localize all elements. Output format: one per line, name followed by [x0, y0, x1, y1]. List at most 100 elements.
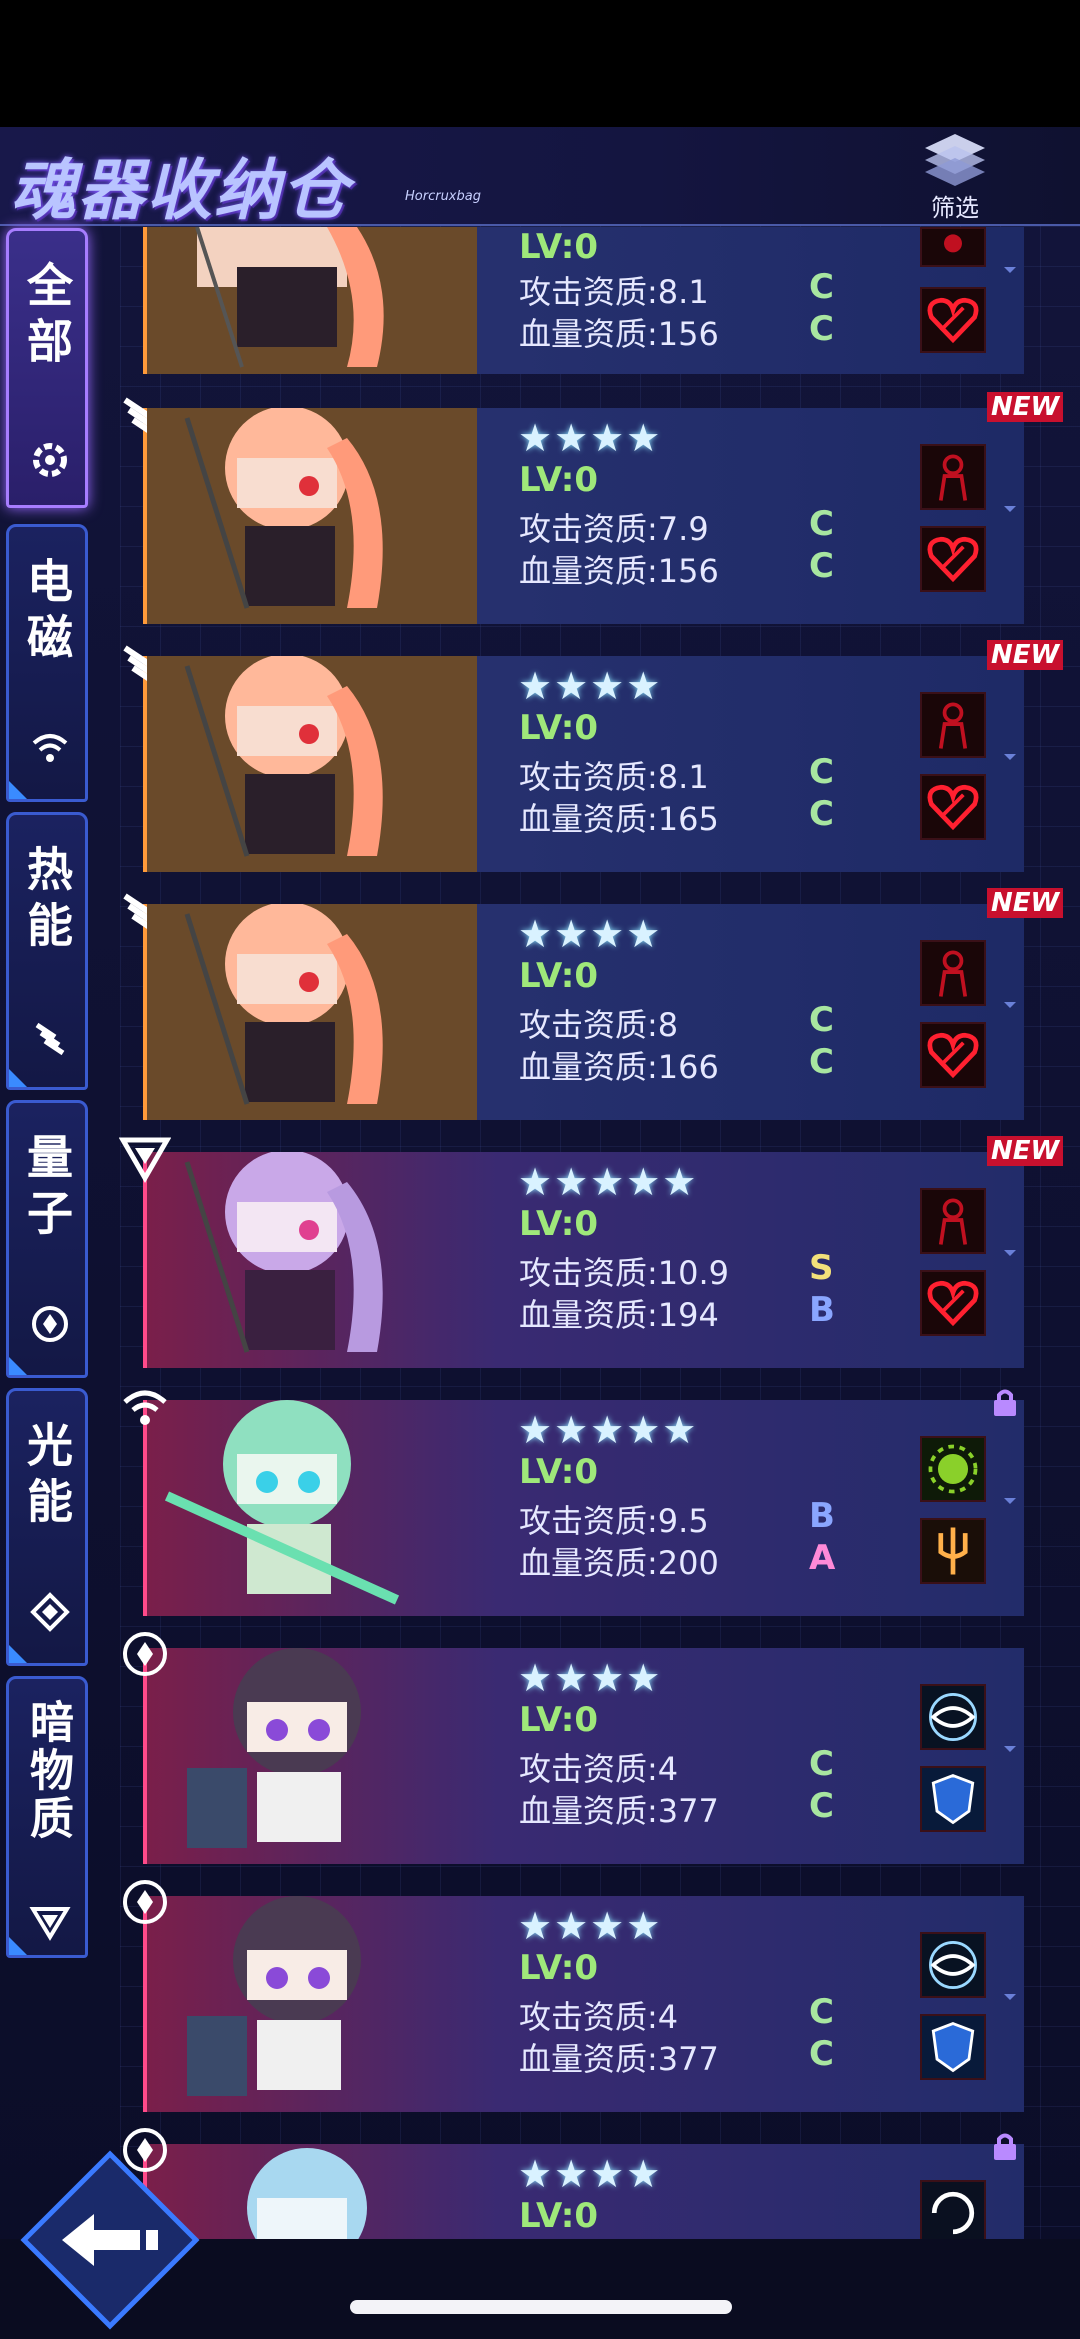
- item-card[interactable]: LV:0 攻击资质:8.1 血量资质:156 C C: [143, 227, 1024, 374]
- attack-grade: C: [809, 1744, 834, 1784]
- tab-label: 全部: [20, 261, 74, 373]
- hp-grade: A: [809, 1538, 836, 1578]
- hp-stat: 血量资质:377: [519, 2040, 719, 2078]
- skill-eye-icon: [920, 1932, 986, 1998]
- item-card[interactable]: ★★★★ LV:0 攻击资质:8 血量资质:166 C C NEW: [123, 888, 1064, 1120]
- character-portrait: [164, 1400, 400, 1605]
- lock-icon[interactable]: [990, 1386, 1020, 1418]
- attack-grade: C: [809, 504, 834, 544]
- attack-grade: C: [809, 1000, 834, 1040]
- corner-mark: [9, 1069, 27, 1087]
- back-button[interactable]: [20, 2150, 200, 2330]
- level-label: LV:0: [519, 1700, 599, 1740]
- hp-stat: 血量资质:165: [519, 800, 719, 838]
- skill-eye-icon: [920, 1684, 986, 1750]
- home-indicator[interactable]: [350, 2300, 732, 2314]
- level-label: LV:0: [519, 1948, 599, 1988]
- hp-stat: 血量资质:156: [519, 315, 719, 353]
- rarity-stars: ★★★★: [518, 1904, 663, 1948]
- item-card[interactable]: ★★★★ LV:0 攻击资质:7.9 血量资质:156 C C NEW: [123, 392, 1064, 624]
- hp-stat: 血量资质:194: [519, 1296, 719, 1334]
- tab-label: 电磁: [20, 557, 74, 669]
- tab-label: 暗物质: [22, 1699, 73, 1843]
- skill-shield-icon: [920, 2014, 986, 2080]
- level-label: LV:0: [519, 2196, 599, 2236]
- character-portrait: [184, 1152, 383, 1353]
- item-card[interactable]: ★★★★ LV:0 攻击资质:8.1 血量资质:165 C C NEW: [123, 640, 1064, 872]
- hp-stat: 血量资质:200: [519, 1544, 719, 1582]
- hp-stat: 血量资质:377: [519, 1792, 719, 1830]
- skill-broken-heart-icon: [920, 1270, 986, 1336]
- lock-icon[interactable]: [990, 2130, 1020, 2162]
- tab-dark-matter[interactable]: 暗物质: [6, 1676, 88, 1958]
- level-label: LV:0: [519, 1204, 599, 1244]
- expand-indicator: [1004, 506, 1016, 512]
- level-label: LV:0: [519, 460, 599, 500]
- attack-stat: 攻击资质:4: [519, 1750, 679, 1788]
- hp-grade: C: [809, 1786, 834, 1826]
- skill-broken-heart-icon: [920, 526, 986, 592]
- flame-stripes-icon: [35, 1022, 65, 1056]
- skill-vortex-icon: [920, 2180, 986, 2246]
- page-subtitle: Horcruxbag: [405, 189, 481, 204]
- expand-indicator: [1004, 1250, 1016, 1256]
- character-portrait: [187, 1648, 361, 1848]
- skill-broken-heart-icon: [920, 287, 986, 353]
- skill-virus-icon: [920, 1436, 986, 1502]
- filter-button[interactable]: 筛选: [915, 128, 995, 222]
- attack-stat: 攻击资质:8: [519, 1006, 679, 1044]
- skill-figure-icon: [920, 940, 986, 1006]
- element-filter-sidebar: 全部 电磁 热能 量子 光能 暗物质: [0, 226, 95, 1976]
- expand-indicator: [1004, 267, 1016, 273]
- page-title: 魂器收纳仓: [10, 152, 350, 229]
- character-portrait: [147, 227, 477, 374]
- gear-icon: [33, 443, 67, 477]
- hp-grade: C: [809, 794, 834, 834]
- rarity-stars: ★★★★★: [518, 1160, 699, 1204]
- skill-figure-icon: [920, 1188, 986, 1254]
- attack-stat: 攻击资质:10.9: [519, 1254, 730, 1292]
- tab-electro[interactable]: 电磁: [6, 524, 88, 802]
- tab-quantum[interactable]: 量子: [6, 1100, 88, 1378]
- expand-indicator: [1004, 1994, 1016, 2000]
- item-card[interactable]: ★★★★★ LV:0 攻击资质:9.5 血量资质:200 B A: [123, 1389, 1024, 1616]
- expand-indicator: [1004, 754, 1016, 760]
- skill-shield-icon: [920, 1766, 986, 1832]
- hp-grade: C: [809, 2034, 834, 2074]
- new-badge: NEW: [987, 1136, 1064, 1166]
- level-label: LV:0: [519, 1452, 599, 1492]
- item-card[interactable]: ★★★★ LV:0 攻击资质:4 血量资质:377 C C: [123, 1632, 1024, 1864]
- skill-figure-icon: [920, 227, 986, 267]
- hp-grade: B: [809, 1290, 835, 1330]
- skill-figure-icon: [920, 444, 986, 510]
- attack-stat: 攻击资质:7.9: [519, 510, 709, 548]
- new-badge: NEW: [987, 640, 1064, 670]
- attack-stat: 攻击资质:8.1: [519, 273, 709, 311]
- character-portrait: [187, 1896, 361, 2096]
- item-card[interactable]: ★★★★★ LV:0 攻击资质:10.9 血量资质:194 S B NEW: [119, 1136, 1064, 1368]
- item-card[interactable]: ★★★★ LV:0: [123, 2128, 1024, 2246]
- skill-broken-heart-icon: [920, 1022, 986, 1088]
- skill-trident-icon: [920, 1518, 986, 1584]
- tab-label: 量子: [20, 1133, 74, 1245]
- item-card[interactable]: ★★★★ LV:0 攻击资质:4 血量资质:377 C C: [123, 1880, 1024, 2112]
- tab-thermal[interactable]: 热能: [6, 812, 88, 1090]
- skill-figure-icon: [920, 692, 986, 758]
- filter-label: 筛选: [931, 194, 979, 222]
- attack-grade: S: [809, 1248, 834, 1288]
- expand-indicator: [1004, 1498, 1016, 1504]
- tab-light[interactable]: 光能: [6, 1388, 88, 1666]
- level-label: LV:0: [519, 227, 599, 267]
- character-portrait: [147, 904, 477, 1120]
- attack-grade: C: [809, 1992, 834, 2032]
- tab-label: 热能: [20, 845, 74, 957]
- rarity-stars: ★★★★: [518, 1656, 663, 1700]
- expand-indicator: [1004, 1002, 1016, 1008]
- hp-stat: 血量资质:156: [519, 552, 719, 590]
- rarity-stars: ★★★★: [518, 2152, 663, 2196]
- tab-all[interactable]: 全部: [6, 228, 88, 508]
- wifi-icon: [32, 734, 68, 762]
- attack-grade: C: [809, 267, 834, 307]
- level-label: LV:0: [519, 708, 599, 748]
- rarity-stars: ★★★★: [518, 664, 663, 708]
